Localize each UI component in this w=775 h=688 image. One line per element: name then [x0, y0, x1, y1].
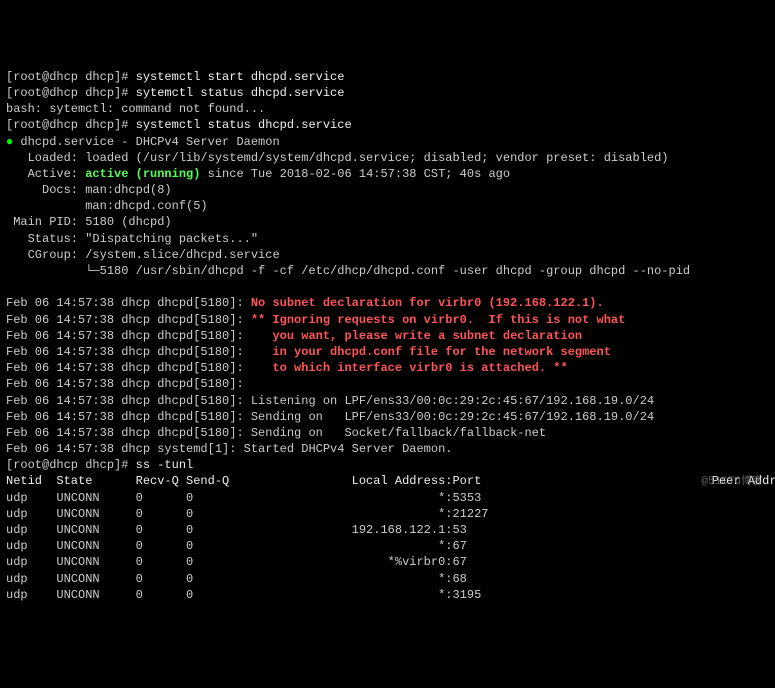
log-warn: to which interface virbr0 is attached. *… [251, 361, 568, 375]
log-warn: No subnet declaration for virbr0 (192.16… [251, 296, 604, 310]
command: systemctl start dhcpd.service [136, 70, 345, 84]
log-line: Feb 06 14:57:38 dhcp dhcpd[5180]: [6, 329, 251, 343]
shell-prompt: [root@dhcp dhcp]# [6, 118, 128, 132]
log-line: Feb 06 14:57:38 dhcp dhcpd[5180]: [6, 345, 251, 359]
ss-header: Netid State Recv-Q Send-Q Local Address:… [6, 474, 775, 488]
log-line: Feb 06 14:57:38 dhcp dhcpd[5180]: [6, 296, 251, 310]
ss-row: udp UNCONN 0 0 *:21227 *:* [6, 507, 775, 521]
log-warn: ** Ignoring requests on virbr0. If this … [251, 313, 625, 327]
log-line: Feb 06 14:57:38 dhcp dhcpd[5180]: [6, 361, 251, 375]
log-warn: you want, please write a subnet declarat… [251, 329, 582, 343]
docs-line: man:dhcpd.conf(5) [6, 199, 208, 213]
unit-title: dhcpd.service - DHCPv4 Server Daemon [13, 135, 279, 149]
active-since: since Tue 2018-02-06 14:57:38 CST; 40s a… [200, 167, 510, 181]
log-line: Feb 06 14:57:38 dhcp dhcpd[5180]: [6, 313, 251, 327]
ss-row: udp UNCONN 0 0 *%virbr0:67 *:* [6, 555, 775, 569]
ss-row: udp UNCONN 0 0 *:3195 *:* [6, 588, 775, 602]
docs-line: Docs: man:dhcpd(8) [6, 183, 172, 197]
log-line: Feb 06 14:57:38 dhcp dhcpd[5180]: [6, 377, 251, 391]
shell-prompt: [root@dhcp dhcp]# [6, 458, 128, 472]
command: sytemctl status dhcpd.service [136, 86, 345, 100]
ss-row: udp UNCONN 0 0 *:67 *:* [6, 539, 775, 553]
command: systemctl status dhcpd.service [136, 118, 352, 132]
log-line: Feb 06 14:57:38 dhcp systemd[1]: Started… [6, 442, 452, 456]
cgroup-line: CGroup: /system.slice/dhcpd.service [6, 248, 280, 262]
active-value: active (running) [85, 167, 200, 181]
pid-line: Main PID: 5180 (dhcpd) [6, 215, 172, 229]
watermark: @51CTO博客 [701, 475, 763, 490]
log-line: Feb 06 14:57:38 dhcp dhcpd[5180]: Sendin… [6, 426, 546, 440]
error-line: bash: sytemctl: command not found... [6, 102, 265, 116]
log-line: Feb 06 14:57:38 dhcp dhcpd[5180]: Sendin… [6, 410, 654, 424]
shell-prompt: [root@dhcp dhcp]# [6, 70, 128, 84]
shell-prompt: [root@dhcp dhcp]# [6, 86, 128, 100]
ss-row: udp UNCONN 0 0 *:68 *:* [6, 572, 775, 586]
ss-row: udp UNCONN 0 0 *:5353 *:* [6, 491, 775, 505]
ss-row: udp UNCONN 0 0 192.168.122.1:53 *:* [6, 523, 775, 537]
active-label: Active: [6, 167, 85, 181]
status-text: Status: "Dispatching packets..." [6, 232, 258, 246]
command: ss -tunl [136, 458, 194, 472]
loaded-line: Loaded: loaded (/usr/lib/systemd/system/… [6, 151, 669, 165]
cgroup-cmd: └─5180 /usr/sbin/dhcpd -f -cf /etc/dhcp/… [6, 264, 690, 278]
log-line: Feb 06 14:57:38 dhcp dhcpd[5180]: Listen… [6, 394, 654, 408]
log-warn: in your dhcpd.conf file for the network … [251, 345, 611, 359]
